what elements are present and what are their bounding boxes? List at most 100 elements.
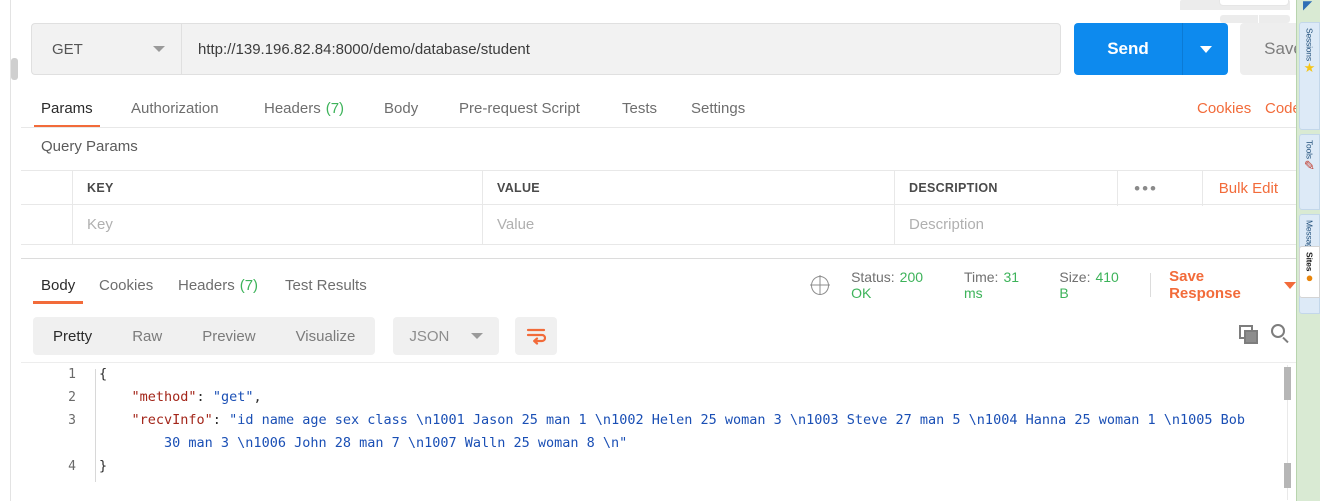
tab-label: Test Results [285, 276, 367, 294]
http-method-select[interactable]: GET [31, 23, 181, 75]
response-tab-cookies[interactable]: Cookies [99, 264, 153, 306]
table-header-row: KEY VALUE DESCRIPTION ••• Bulk Edit [21, 170, 1296, 206]
tab-label: Authorization [131, 99, 219, 117]
viewer-preview[interactable]: Preview [182, 317, 275, 355]
tab-params[interactable]: Params [34, 88, 100, 128]
tab-prerequest[interactable]: Pre-request Script [459, 88, 580, 128]
line-number [21, 432, 86, 455]
code-fold-guide [95, 369, 96, 482]
viewer-pretty[interactable]: Pretty [33, 317, 112, 355]
side-tab-label: Sites [1304, 252, 1315, 272]
response-status-bar: Status: 200 OK Time: 31 ms Size: 410 B Save… [811, 264, 1296, 306]
request-response-panel: GET http://139.196.82.84:8000/demo/datab… [10, 0, 1320, 501]
response-tabs: Body Cookies Headers (7) Test Results Sta… [21, 264, 1296, 306]
header-checkbox-cell [21, 171, 73, 204]
ellipsis-icon: ••• [1134, 178, 1158, 198]
side-tab-sites[interactable]: Sites ● [1299, 246, 1320, 298]
status-divider [1150, 273, 1152, 297]
request-tabs-divider [21, 127, 1296, 128]
tab-label: Headers [264, 99, 321, 117]
tab-authorization[interactable]: Authorization [131, 88, 219, 128]
response-body-toolbar: Pretty Raw Preview Visualize JSON [33, 317, 558, 355]
param-description-input[interactable]: Description [909, 216, 984, 233]
bulk-edit-link[interactable]: Bulk Edit [1201, 171, 1278, 206]
response-tab-headers[interactable]: Headers (7) [178, 264, 258, 306]
viewer-mode-group: Pretty Raw Preview Visualize [33, 317, 376, 355]
response-body-viewer[interactable]: 1 2 3 4 { "method": "get", "recvInfo": "id … [21, 362, 1296, 501]
scrollbar-thumb-bottom[interactable] [1284, 463, 1291, 488]
http-method-label: GET [52, 40, 83, 58]
url-input[interactable]: http://139.196.82.84:8000/demo/database/… [181, 23, 1061, 75]
chevron-down-icon [471, 333, 484, 339]
tab-label: Body [384, 99, 419, 117]
url-bar: GET http://139.196.82.84:8000/demo/datab… [21, 23, 1320, 75]
tab-headers[interactable]: Headers (7) [264, 88, 344, 128]
tab-label: Cookies [99, 276, 154, 294]
code-line: { [99, 366, 108, 382]
tab-body[interactable]: Body [384, 88, 418, 128]
status-label: Status: [851, 269, 895, 285]
row-checkbox-cell[interactable] [21, 205, 73, 244]
time-group: Time: 31 ms [964, 269, 1037, 301]
format-label: JSON [409, 327, 450, 345]
panel-resize-handle[interactable] [11, 58, 18, 80]
tab-label: Body [41, 276, 76, 294]
line-number: 4 [68, 459, 76, 474]
chevron-down-icon [1199, 45, 1212, 53]
tab-count: (7) [325, 99, 345, 117]
column-header-key: KEY [87, 180, 114, 195]
code-line: 30 man 3 \n1006 John 28 man 7 \n1007 Wal… [164, 435, 628, 451]
viewer-raw[interactable]: Raw [112, 317, 182, 355]
globe-orange-icon: ● [1305, 270, 1314, 286]
tab-label: Headers [178, 276, 235, 294]
param-value-input[interactable]: Value [497, 216, 534, 233]
chevron-down-icon[interactable] [1283, 281, 1296, 289]
request-tabs: Params Authorization Headers (7) Body Pre… [21, 88, 1301, 128]
side-tab-tools[interactable]: Tools ✎ [1299, 134, 1320, 210]
column-header-description: DESCRIPTION [909, 180, 998, 195]
line-number: 2 [68, 390, 76, 405]
response-separator [21, 258, 1296, 259]
response-tab-test-results[interactable]: Test Results [285, 264, 367, 306]
word-wrap-button[interactable] [515, 317, 558, 355]
line-number: 3 [68, 413, 76, 428]
size-label: Size: [1059, 269, 1091, 285]
tab-count: (7) [239, 276, 259, 294]
table-row[interactable]: Key Value Description [21, 205, 1296, 245]
tab-label: Params [41, 99, 93, 117]
code-line: } [99, 458, 108, 474]
response-tab-body[interactable]: Body [32, 264, 84, 306]
line-number-gutter: 1 2 3 4 [21, 363, 86, 501]
send-options-button[interactable] [1182, 23, 1228, 75]
panel-collapse-icon[interactable]: ◤ [1303, 0, 1312, 12]
size-group: Size: 410 B [1059, 269, 1128, 301]
copy-icon[interactable] [1239, 325, 1258, 344]
scrollbar-thumb-top[interactable] [1284, 367, 1291, 400]
save-response-button[interactable]: Save Response [1169, 268, 1274, 302]
status-group: Status: 200 OK [851, 269, 942, 301]
format-select[interactable]: JSON [393, 317, 500, 355]
code-line: "recvInfo": "id name age sex class \n100… [131, 412, 1246, 428]
tab-settings[interactable]: Settings [691, 88, 745, 128]
params-more-menu[interactable]: ••• [1117, 171, 1174, 206]
side-tab-label: Tools [1304, 140, 1315, 159]
side-tab-sessions[interactable]: Sessions ★ [1299, 22, 1320, 130]
send-button[interactable]: Send [1074, 23, 1182, 75]
word-wrap-icon [527, 328, 547, 345]
column-header-value: VALUE [497, 180, 540, 195]
viewer-visualize[interactable]: Visualize [276, 317, 376, 355]
tab-label: Settings [691, 99, 746, 117]
search-icon[interactable] [1271, 324, 1291, 344]
tab-tests[interactable]: Tests [622, 88, 657, 128]
side-tab-label: Sessions [1304, 28, 1315, 61]
url-value: http://139.196.82.84:8000/demo/database/… [198, 40, 530, 58]
line-number: 1 [68, 367, 76, 382]
cookies-link[interactable]: Cookies [1197, 88, 1251, 128]
chevron-down-icon [153, 46, 165, 52]
star-icon: ★ [1303, 59, 1316, 75]
tab-label: Pre-request Script [459, 99, 580, 117]
query-params-table: KEY VALUE DESCRIPTION ••• Bulk Edit Key … [21, 170, 1296, 245]
json-code[interactable]: { "method": "get", "recvInfo": "id name … [99, 363, 1270, 478]
postman-window: GET http://139.196.82.84:8000/demo/datab… [0, 0, 1320, 501]
param-key-input[interactable]: Key [87, 216, 113, 233]
